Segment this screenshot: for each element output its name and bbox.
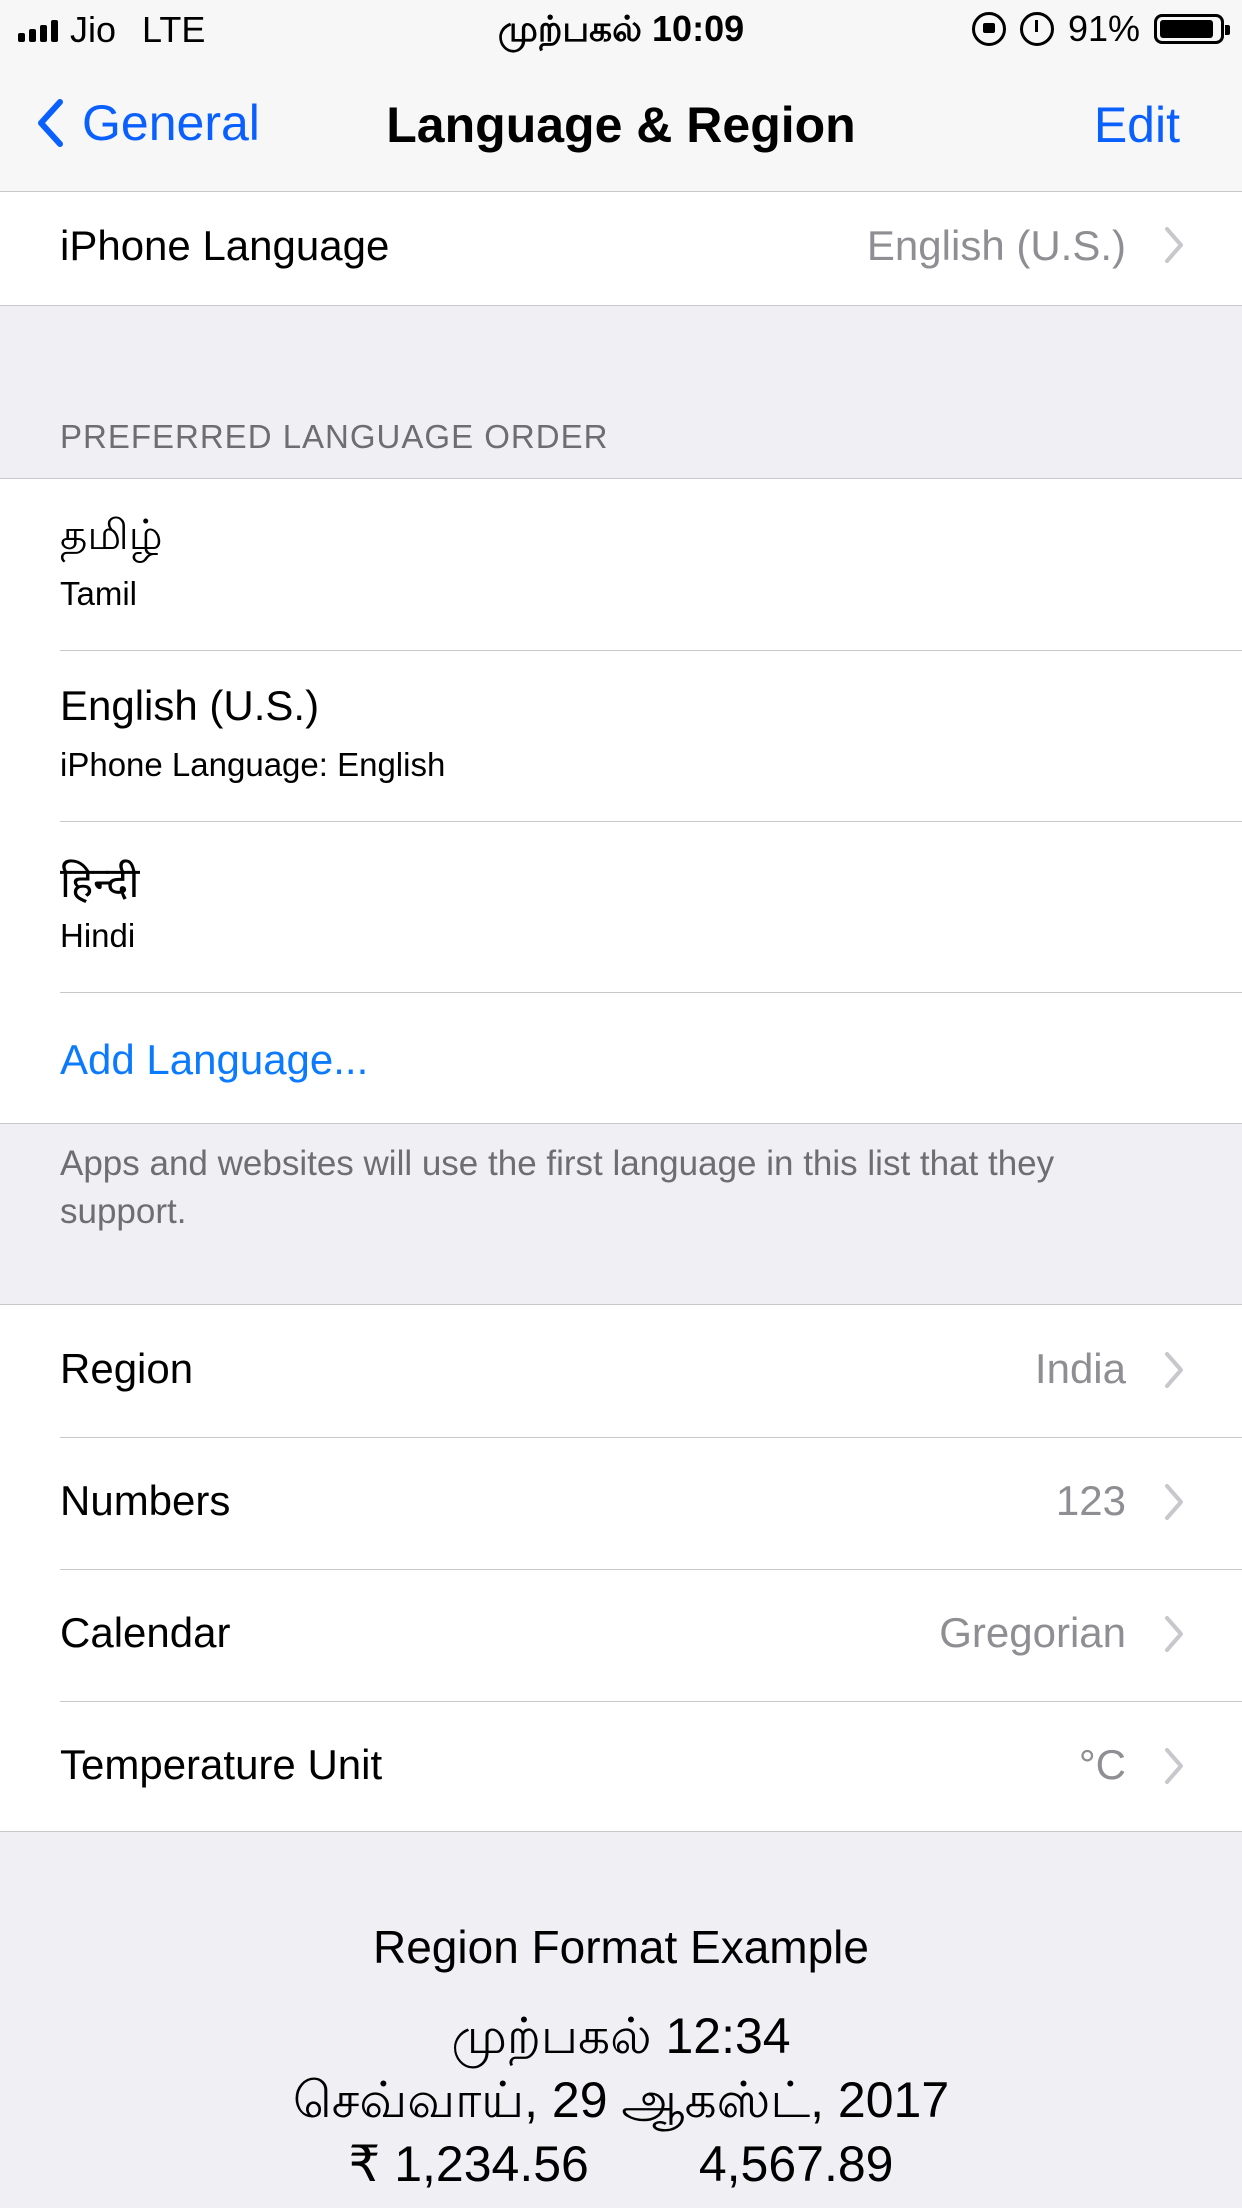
battery-percent: 91% bbox=[1067, 8, 1140, 49]
format-example-date: செவ்வாய், 29 ஆகஸ்ட், 2017 bbox=[292, 2072, 950, 2128]
row-label: Numbers bbox=[60, 1477, 231, 1524]
calendar-row[interactable]: Calendar Gregorian bbox=[0, 1569, 1242, 1701]
row-value: Gregorian bbox=[939, 1609, 1126, 1656]
chevron-right-icon bbox=[1165, 1352, 1183, 1388]
format-example-time: முற்பகல் 12:34 bbox=[451, 2008, 791, 2064]
iphone-language-group: iPhone Language English (U.S.) bbox=[0, 192, 1242, 306]
chevron-right-icon bbox=[1165, 1616, 1183, 1652]
language-native-name: English (U.S.) bbox=[60, 682, 320, 729]
chevron-right-icon bbox=[1165, 227, 1183, 263]
language-native-name: हिन्दी bbox=[60, 859, 140, 906]
temperature-unit-row[interactable]: Temperature Unit °C bbox=[0, 1701, 1242, 1831]
format-example-numbers: ₹ 1,234.56 4,567.89 bbox=[0, 2132, 1242, 2196]
preferred-language-group: தமிழ் Tamil English (U.S.) iPhone Langua… bbox=[0, 478, 1242, 1124]
language-english-name: iPhone Language: English bbox=[60, 746, 446, 783]
row-value: °C bbox=[1078, 1741, 1126, 1788]
row-value: India bbox=[1034, 1345, 1126, 1392]
rotation-lock-icon bbox=[971, 12, 1006, 46]
battery-level bbox=[1160, 20, 1213, 38]
language-row[interactable]: தமிழ் Tamil bbox=[0, 479, 1242, 650]
edit-button[interactable]: Edit bbox=[1094, 96, 1180, 154]
status-right: 91% bbox=[971, 8, 1230, 50]
chevron-right-icon bbox=[1165, 1484, 1183, 1520]
row-label: iPhone Language bbox=[60, 222, 390, 269]
format-example-title: Region Format Example bbox=[373, 1921, 869, 1973]
preferred-language-footer: Apps and websites will use the first lan… bbox=[60, 1144, 1055, 1231]
row-label: Region bbox=[60, 1345, 194, 1392]
language-english-name: Hindi bbox=[60, 917, 136, 954]
battery-icon bbox=[1154, 14, 1230, 44]
iphone-language-row[interactable]: iPhone Language English (U.S.) bbox=[0, 192, 1242, 304]
format-example-number: 4,567.89 bbox=[698, 2136, 894, 2192]
add-language-button[interactable]: Add Language... bbox=[60, 1036, 368, 1084]
language-row[interactable]: English (U.S.) iPhone Language: English bbox=[0, 650, 1242, 821]
add-language-row[interactable]: Add Language... bbox=[0, 992, 1242, 1123]
row-value: English (U.S.) bbox=[866, 222, 1126, 269]
page-title: Language & Region bbox=[386, 97, 856, 153]
region-row[interactable]: Region India bbox=[0, 1305, 1242, 1437]
numbers-row[interactable]: Numbers 123 bbox=[0, 1437, 1242, 1569]
alarm-icon bbox=[1019, 12, 1054, 46]
row-value: 123 bbox=[1055, 1477, 1126, 1524]
chevron-right-icon bbox=[1165, 1748, 1183, 1784]
format-example-currency: ₹ 1,234.56 bbox=[348, 2136, 589, 2192]
language-native-name: தமிழ் bbox=[60, 511, 163, 558]
section-header-preferred: PREFERRED LANGUAGE ORDER bbox=[60, 418, 609, 455]
region-format-example: Region Format Example முற்பகல் 12:34 செவ… bbox=[0, 1920, 1242, 2196]
row-label: Calendar bbox=[60, 1609, 231, 1656]
row-label: Temperature Unit bbox=[60, 1741, 383, 1788]
navigation-bar: General Language & Region Edit bbox=[0, 60, 1242, 192]
language-row[interactable]: हिन्दी Hindi bbox=[0, 821, 1242, 992]
region-settings-group: Region India Numbers 123 Calendar Gregor… bbox=[0, 1304, 1242, 1832]
language-english-name: Tamil bbox=[60, 575, 138, 612]
status-bar: Jio LTE முற்பகல் 10:09 91% bbox=[0, 0, 1242, 60]
